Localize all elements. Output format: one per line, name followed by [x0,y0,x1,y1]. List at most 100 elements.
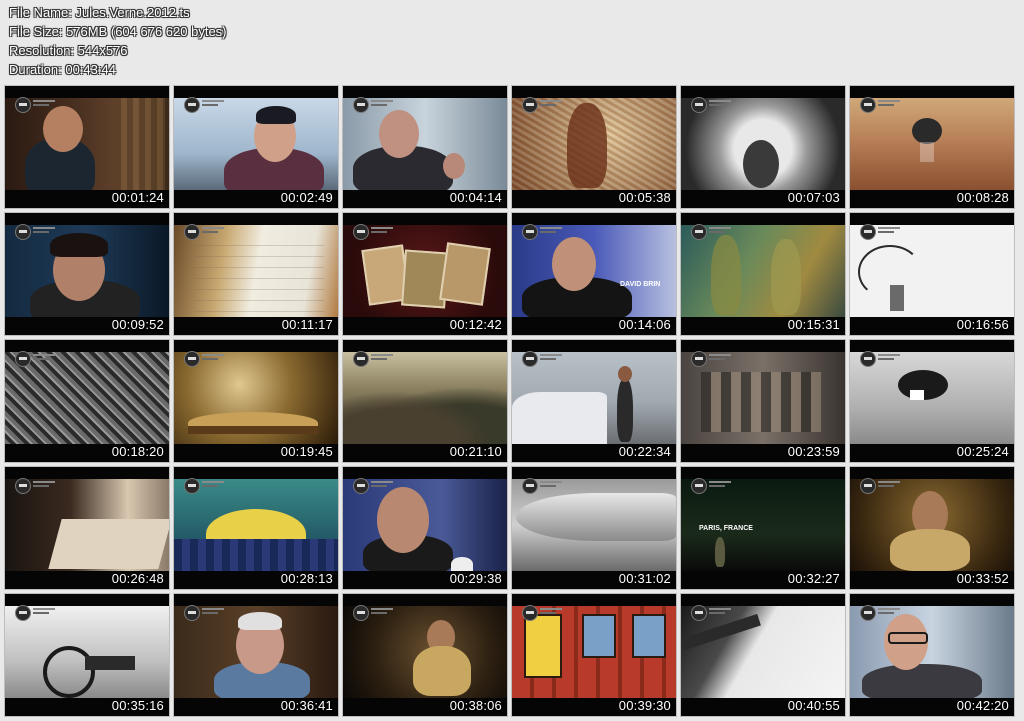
frame-image [5,606,169,698]
channel-logo-icon [522,97,538,113]
channel-logo-text [540,354,562,360]
channel-logo-icon [15,478,31,494]
frame-image [174,606,338,698]
channel-logo-icon [522,224,538,240]
thumbnail-25[interactable]: 00:35:16 [5,594,169,716]
thumbnail-13[interactable]: 00:18:20 [5,340,169,462]
timestamp: 00:18:20 [111,444,164,459]
channel-logo-icon [691,97,707,113]
thumbnail-16[interactable]: 00:22:34 [512,340,676,462]
thumbnail-12[interactable]: 00:16:56 [850,213,1014,335]
frame-image [512,479,676,571]
timestamp: 00:25:24 [956,444,1009,459]
channel-logo-text [709,227,731,233]
channel-logo-text [878,608,900,614]
thumbnail-8[interactable]: 00:11:17 [174,213,338,335]
thumbnail-7[interactable]: 00:09:52 [5,213,169,335]
timestamp: 00:15:31 [787,317,840,332]
thumbnail-6[interactable]: 00:08:28 [850,86,1014,208]
location-caption: PARIS, FRANCE [699,525,753,532]
thumbnail-14[interactable]: 00:19:45 [174,340,338,462]
thumbnail-22[interactable]: 00:31:02 [512,467,676,589]
thumbnail-17[interactable]: 00:23:59 [681,340,845,462]
file-info-header: File Name: Jules.Verne.2012.ts File Size… [9,3,227,79]
thumbnail-27[interactable]: 00:38:06 [343,594,507,716]
channel-logo-text [202,608,224,614]
thumbnail-28[interactable]: 00:39:30 [512,594,676,716]
frame-image [681,352,845,444]
channel-logo-icon [184,605,200,621]
timestamp: 00:14:06 [618,317,671,332]
thumbnail-5[interactable]: 00:07:03 [681,86,845,208]
frame-image [174,352,338,444]
frame-image [512,606,676,698]
channel-logo-icon [15,224,31,240]
timestamp: 00:33:52 [956,571,1009,586]
channel-logo-icon [184,224,200,240]
frame-image [512,352,676,444]
resolution-line: Resolution: 544x576 [9,43,128,58]
channel-logo-text [202,481,224,487]
channel-logo-icon [522,351,538,367]
timestamp: 00:05:38 [618,190,671,205]
thumbnail-1[interactable]: 00:01:24 [5,86,169,208]
channel-logo-text [33,481,55,487]
channel-logo-text [371,608,393,614]
lower-third-caption: DAVID BRIN [620,281,661,288]
channel-logo-text [33,227,55,233]
channel-logo-icon [522,478,538,494]
channel-logo-text [709,100,731,106]
timestamp: 00:35:16 [111,698,164,713]
channel-logo-icon [184,351,200,367]
frame-image [681,606,845,698]
channel-logo-icon [15,605,31,621]
thumbnail-4[interactable]: 00:05:38 [512,86,676,208]
channel-logo-icon [353,605,369,621]
channel-logo-text [878,481,900,487]
frame-image [174,98,338,190]
channel-logo-icon [15,97,31,113]
thumbnail-10[interactable]: DAVID BRIN 00:14:06 [512,213,676,335]
timestamp: 00:19:45 [280,444,333,459]
channel-logo-icon [860,351,876,367]
channel-logo-text [540,481,562,487]
thumbnail-20[interactable]: 00:28:13 [174,467,338,589]
thumbnail-2[interactable]: 00:02:49 [174,86,338,208]
frame-image: DAVID BRIN [512,225,676,317]
frame-image [512,98,676,190]
channel-logo-text [709,354,731,360]
thumbnail-19[interactable]: 00:26:48 [5,467,169,589]
timestamp: 00:07:03 [787,190,840,205]
frame-image [343,479,507,571]
timestamp: 00:01:24 [111,190,164,205]
channel-logo-icon [353,478,369,494]
thumbnail-21[interactable]: 00:29:38 [343,467,507,589]
channel-logo-icon [860,605,876,621]
channel-logo-text [540,608,562,614]
thumbnail-24[interactable]: 00:33:52 [850,467,1014,589]
frame-image [174,225,338,317]
channel-logo-icon [353,351,369,367]
thumbnail-18[interactable]: 00:25:24 [850,340,1014,462]
channel-logo-text [33,100,55,106]
duration-line: Duration: 00:43:44 [9,62,116,77]
channel-logo-text [371,481,393,487]
thumbnail-3[interactable]: 00:04:14 [343,86,507,208]
thumbnail-9[interactable]: 00:12:42 [343,213,507,335]
timestamp: 00:22:34 [618,444,671,459]
thumbnail-23[interactable]: PARIS, FRANCE 00:32:27 [681,467,845,589]
thumbnail-26[interactable]: 00:36:41 [174,594,338,716]
thumbnail-30[interactable]: 00:42:20 [850,594,1014,716]
channel-logo-icon [184,478,200,494]
timestamp: 00:16:56 [956,317,1009,332]
thumbnail-11[interactable]: 00:15:31 [681,213,845,335]
channel-logo-text [709,608,731,614]
timestamp: 00:42:20 [956,698,1009,713]
thumbnail-29[interactable]: 00:40:55 [681,594,845,716]
thumbnail-15[interactable]: 00:21:10 [343,340,507,462]
channel-logo-text [709,481,731,487]
channel-logo-text [371,354,393,360]
frame-image [5,352,169,444]
channel-logo-icon [353,97,369,113]
timestamp: 00:23:59 [787,444,840,459]
